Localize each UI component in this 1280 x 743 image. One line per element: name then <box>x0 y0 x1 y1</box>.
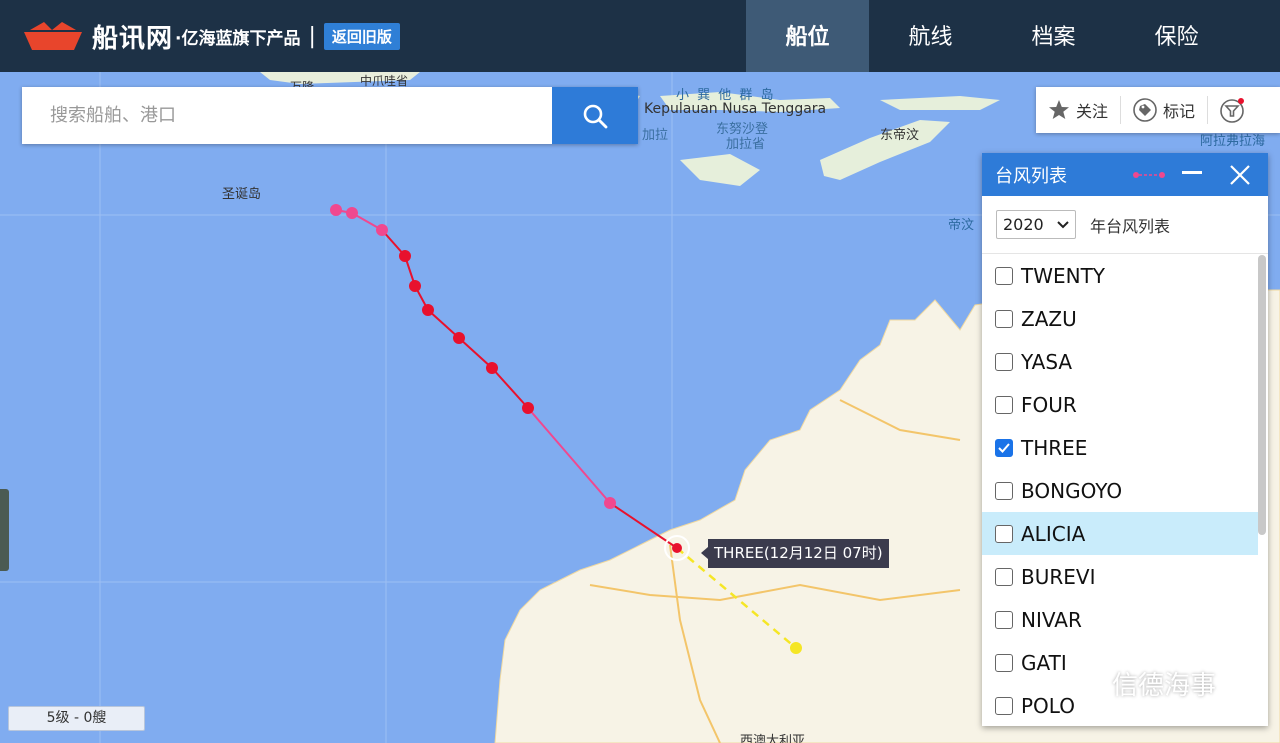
follow-label: 关注 <box>1076 102 1109 121</box>
typhoon-checkbox[interactable] <box>995 481 1013 500</box>
map-label-ntb: 加拉 <box>642 128 669 143</box>
typhoon-checkbox[interactable] <box>995 696 1013 715</box>
map-label-timor-leste: 东帝汶 <box>880 128 920 143</box>
minimize-button[interactable] <box>1180 161 1204 185</box>
year-list-label: 年台风列表 <box>1090 216 1171 236</box>
typhoon-item-nivar[interactable]: NIVAR <box>982 598 1258 641</box>
filter-icon <box>1220 98 1245 123</box>
minimize-icon <box>1182 171 1202 174</box>
map-label-western-australia: 西澳大利亚 <box>740 734 806 743</box>
typhoon-item-label: NIVAR <box>1021 607 1082 632</box>
typhoon-tooltip: THREE(12月12日 07时) <box>701 539 889 568</box>
typhoon-checkbox[interactable] <box>995 567 1013 586</box>
search-icon <box>583 104 608 128</box>
filter-button[interactable] <box>1208 96 1264 124</box>
chevron-down-icon <box>1057 220 1069 228</box>
nav-more[interactable]: 船 <box>1238 0 1280 72</box>
close-icon[interactable] <box>1228 163 1252 187</box>
watermark-text: 信德海事 <box>1112 671 1217 701</box>
typhoon-list: TWENTY ZAZU YASA FOUR THREE BONGOYO ALICIA BURE… <box>982 254 1268 726</box>
check-icon <box>998 442 1010 453</box>
mark-button[interactable]: 标记 <box>1121 96 1209 124</box>
typhoon-item-label: FOUR <box>1021 392 1077 417</box>
list-scrollbar[interactable] <box>1258 255 1266 535</box>
follow-button[interactable]: 关注 <box>1036 96 1122 124</box>
year-select[interactable]: 2020 <box>996 210 1076 239</box>
typhoon-item-label: ZAZU <box>1021 306 1077 331</box>
tag-icon <box>1133 98 1157 122</box>
typhoon-item-burevi[interactable]: BUREVI <box>982 555 1258 598</box>
old-version-button[interactable]: 返回旧版 <box>323 22 400 50</box>
nav-route[interactable]: 航线 <box>869 0 992 72</box>
typhoon-item-label: BONGOYO <box>1021 478 1123 503</box>
main-nav: 船位 航线 档案 保险 船 <box>746 0 1280 72</box>
logo[interactable]: 船讯网 ·亿海蓝旗下产品 | 返回旧版 <box>22 14 400 58</box>
typhoon-panel-title: 台风列表 <box>995 165 1067 187</box>
brand-subtitle: ·亿海蓝旗下产品 <box>175 28 301 49</box>
typhoon-item-twenty[interactable]: TWENTY <box>982 254 1258 297</box>
map-label-lesser-sunda-en: Kepulauan Nusa Tenggara <box>644 101 827 117</box>
nav-insurance[interactable]: 保险 <box>1115 0 1238 72</box>
nav-ship-position[interactable]: 船位 <box>746 0 869 72</box>
typhoon-item-label: TWENTY <box>1021 263 1106 288</box>
map-toolbar: 关注 标记 <box>1036 87 1280 133</box>
year-value: 2020 <box>1003 215 1044 234</box>
typhoon-checkbox[interactable] <box>995 438 1013 457</box>
typhoon-list-panel: 台风列表 2020 年台风列表 TWENTY ZAZU YASA FOUR THREE B… <box>982 153 1268 726</box>
typhoon-item-bongoyo[interactable]: BONGOYO <box>982 469 1258 512</box>
mark-label: 标记 <box>1163 102 1196 121</box>
map-label-christmas-island: 圣诞岛 <box>222 187 262 202</box>
ship-logo-icon <box>24 22 82 50</box>
track-legend-icon <box>1133 172 1165 178</box>
typhoon-checkbox[interactable] <box>995 309 1013 328</box>
typhoon-item-four[interactable]: FOUR <box>982 383 1258 426</box>
watermark: 信德海事 <box>1066 665 1216 702</box>
typhoon-checkbox[interactable] <box>995 395 1013 414</box>
search-bar <box>22 87 638 144</box>
nav-archive[interactable]: 档案 <box>992 0 1115 72</box>
typhoon-checkbox[interactable] <box>995 653 1013 672</box>
wechat-icon <box>1067 669 1105 697</box>
typhoon-item-label: YASA <box>1021 349 1073 374</box>
typhoon-panel-header: 台风列表 <box>982 153 1268 196</box>
year-row: 2020 年台风列表 <box>982 196 1268 254</box>
typhoon-checkbox[interactable] <box>995 524 1013 543</box>
typhoon-item-alicia[interactable]: ALICIA <box>982 512 1258 555</box>
typhoon-checkbox[interactable] <box>995 352 1013 371</box>
top-navbar: 船讯网 ·亿海蓝旗下产品 | 返回旧版 船位 航线 档案 保险 船 <box>0 0 1280 72</box>
brand-separator: | <box>308 23 316 49</box>
typhoon-checkbox[interactable] <box>995 266 1013 285</box>
search-button[interactable] <box>552 87 638 144</box>
typhoon-item-zazu[interactable]: ZAZU <box>982 297 1258 340</box>
typhoon-item-label: BUREVI <box>1021 564 1096 589</box>
side-panel-handle[interactable] <box>0 489 9 571</box>
typhoon-item-yasa[interactable]: YASA <box>982 340 1258 383</box>
map-label-ntt2: 加拉省 <box>726 137 766 152</box>
ship-count-badge: 5级 - 0艘 <box>8 706 145 731</box>
typhoon-item-label: THREE <box>1021 435 1088 460</box>
typhoon-item-three[interactable]: THREE <box>982 426 1258 469</box>
typhoon-item-label: GATI <box>1021 650 1067 675</box>
star-icon <box>1049 100 1069 119</box>
typhoon-item-label: ALICIA <box>1021 521 1086 546</box>
typhoon-checkbox[interactable] <box>995 610 1013 629</box>
search-input[interactable] <box>22 87 552 144</box>
map-label-timor-sea: 帝汶 <box>948 218 975 233</box>
brand-name: 船讯网 <box>92 23 174 54</box>
